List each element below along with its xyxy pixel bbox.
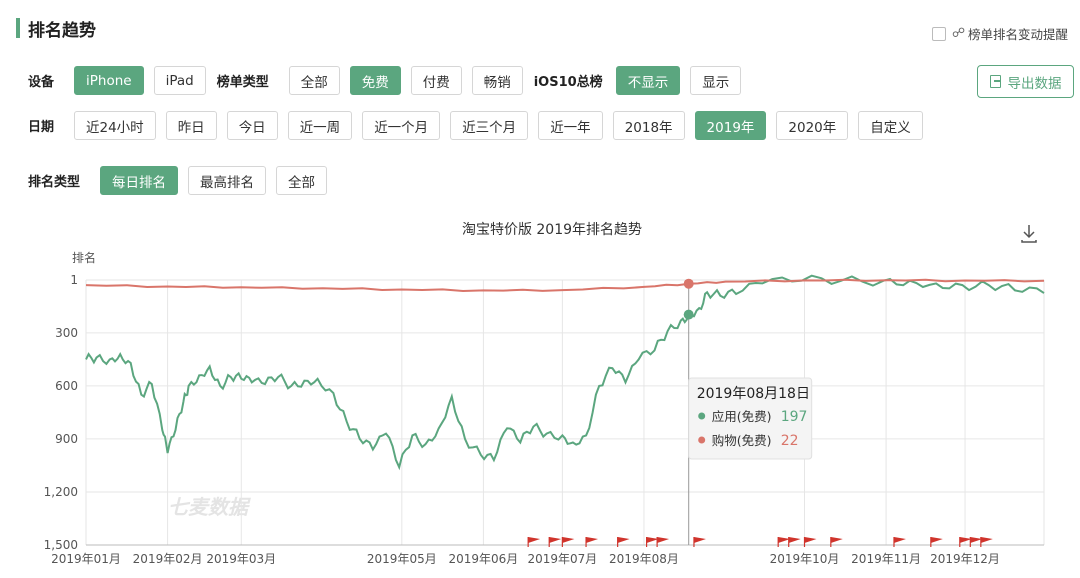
x-tick-label: 2019年05月 [367,552,437,566]
watermark: 七麦数据 [168,495,251,519]
x-tick-label: 2019年06月 [449,552,519,566]
x-tick-label: 2019年03月 [206,552,276,566]
notify-checkbox[interactable] [931,26,946,41]
flag-banner [980,537,993,543]
section-header: 排名趋势 [16,16,96,41]
flag-banner [586,537,599,543]
filter-row-device: 设备 iPhone iPad 榜单类型 全部 免费 付费 畅销 iOS10总榜 不显示显… [28,66,742,95]
chart-tooltip: 2019年08月18日应用(免费) 197 购物(免费) 22 [683,278,813,545]
flag-banner [830,537,843,543]
y-tick-label: 300 [55,326,78,340]
flag-banner [549,537,562,543]
export-label: 导出数据 [1007,75,1062,92]
flag-banner [562,537,575,543]
tooltip-series-name: 购物(免费) [712,433,772,448]
date-option-button[interactable]: 2018年 [612,111,685,140]
chart-title: 淘宝特价版 2019年排名趋势 [462,222,642,238]
date-label: 日期 [28,120,55,135]
y-tick-label: 1,200 [44,485,78,499]
tooltip-series-value: 197 [781,409,808,425]
x-tick-label: 2019年10月 [770,552,840,566]
flag-banner [617,537,630,543]
y-tick-label: 900 [55,432,78,446]
date-option-button[interactable]: 今日 [226,111,278,140]
rank-type-label: 排名类型 [28,175,81,190]
wechat-icon: ☍ [951,26,965,41]
list-type-options: 全部 免费 付费 畅销 [288,66,523,95]
x-tick-label: 2019年08月 [609,552,679,566]
y-axis-label: 排名 [72,250,96,265]
chart-grid: 13006009001,2001,5002019年01月 2019年02月 2019… [44,273,1045,566]
download-icon[interactable] [1021,225,1037,243]
flag-banner [893,537,906,543]
rank-type-options: 每日排名 最高排名 全部 [100,166,327,195]
ios10-option-button[interactable]: 显示 [690,66,742,95]
date-options: 近24小时 昨日 今日 近一周 近一个月 近三个月 近一年 2018年 2019年 2020年 自定… [74,111,923,140]
x-tick-label: 2019年02月 [133,552,203,566]
list-type-option-button[interactable]: 付费 [410,66,462,95]
flag-banner [788,537,801,543]
tooltip-series-value: 22 [781,433,799,449]
date-option-button[interactable]: 2020年 [776,111,849,140]
tooltip-date: 2019年08月18日 [697,386,810,402]
y-tick-label: 1,500 [44,538,78,552]
date-option-button[interactable]: 近一周 [287,111,353,140]
rank-change-notify[interactable]: ☍ 榜单排名变动提醒 [931,24,1068,43]
date-option-button[interactable]: 2019年 [694,111,767,140]
ios10-options: 不显示 显示 [615,66,742,95]
date-option-button[interactable]: 近一年 [538,111,603,140]
tooltip-series-dot [698,412,706,420]
filter-row-date: 日期 近24小时 昨日 今日 近一周 近一个月 近三个月 近一年 2018年 2019年 2020… [28,111,923,140]
rank-type-option-button[interactable]: 每日排名 [100,166,178,195]
y-tick-label: 600 [55,379,78,393]
ios10-option-button[interactable]: 不显示 [615,66,681,95]
rank-trend-chart: 淘宝特价版 2019年排名趋势 排名 七麦数据 1 300 600 900 1,200 1… [44,222,1045,566]
tooltip-series-name: 应用(免费) [712,409,772,424]
flag-banner [657,537,670,543]
device-options: iPhone iPad [74,66,206,95]
header-accent-bar [16,18,20,38]
rank-type-option-button[interactable]: 最高排名 [188,166,266,195]
export-icon [989,75,1001,88]
x-tick-label: 2019年01月 [51,552,121,566]
device-option-button[interactable]: iPhone [74,66,144,95]
flag-banner [804,537,817,543]
list-type-option-button[interactable]: 免费 [349,66,401,95]
date-option-button[interactable]: 自定义 [858,111,923,140]
flag-banner [693,537,706,543]
date-option-button[interactable]: 近24小时 [74,111,156,140]
page-title: 排名趋势 [28,20,96,41]
date-option-button[interactable]: 近一个月 [362,111,441,140]
tooltip-series-dot [698,436,706,444]
list-type-option-button[interactable]: 畅销 [471,66,523,95]
export-data-button[interactable]: 导出数据 [977,65,1074,98]
device-label: 设备 [28,75,55,90]
rank-type-option-button[interactable]: 全部 [276,166,327,195]
device-option-button[interactable]: iPad [153,66,206,95]
date-option-button[interactable]: 昨日 [165,111,217,140]
x-tick-label: 2019年07月 [527,552,597,566]
date-option-button[interactable]: 近三个月 [450,111,529,140]
ios10-label: iOS10总榜 [533,75,603,90]
y-tick-label: 1 [70,273,78,287]
tooltip-point-shopping [683,278,694,289]
list-type-label: 榜单类型 [216,75,269,90]
flag-banner [528,537,541,543]
list-type-option-button[interactable]: 全部 [288,66,340,95]
tooltip-point-app [683,309,694,320]
filter-row-rank-type: 排名类型 每日排名 最高排名 全部 [28,166,327,195]
notify-label: 榜单排名变动提醒 [967,27,1068,42]
flag-banner [930,537,943,543]
x-tick-label: 2019年11月 [851,552,921,566]
x-tick-label: 2019年12月 [930,552,1000,566]
